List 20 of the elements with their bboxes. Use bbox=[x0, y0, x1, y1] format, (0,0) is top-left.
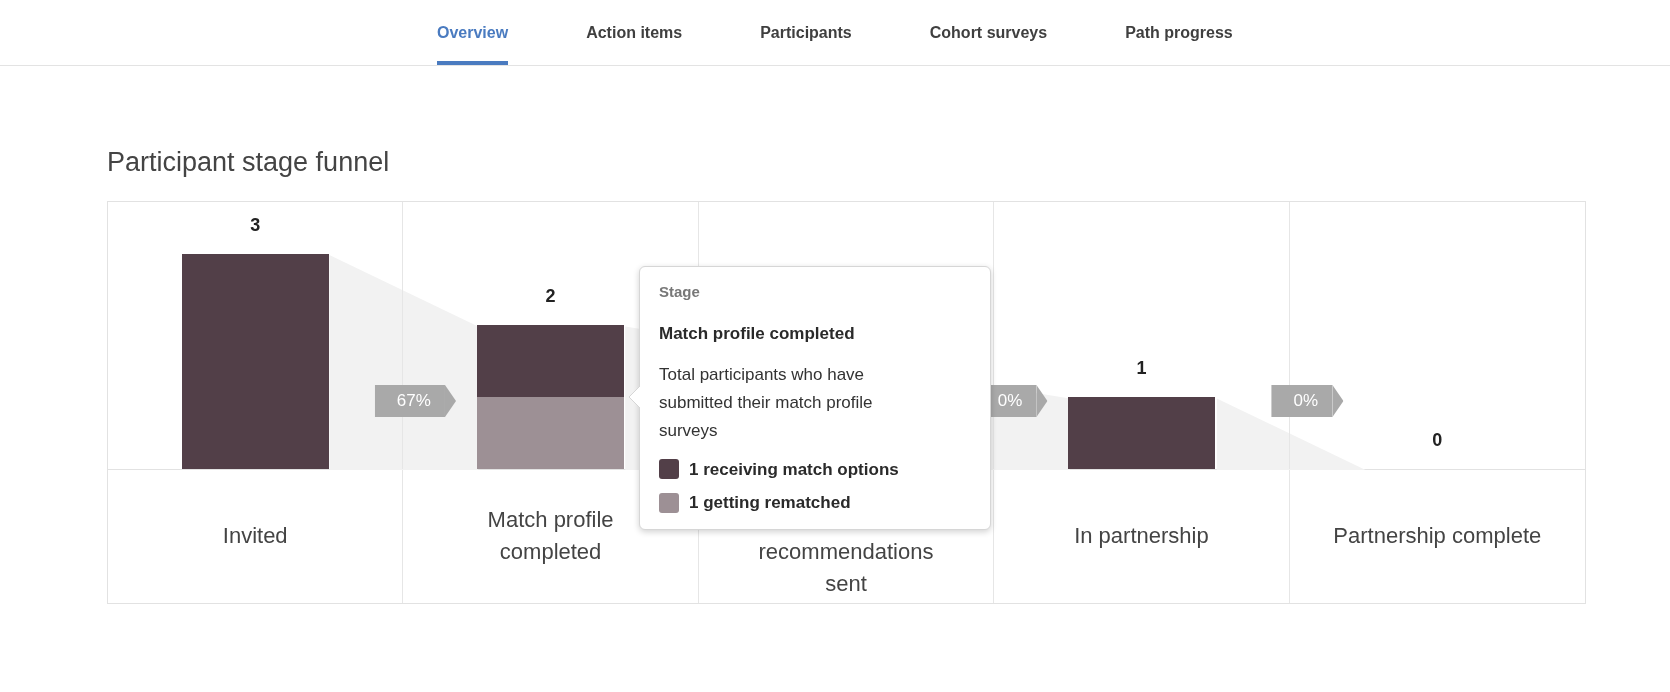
stage-label: recommendations sent bbox=[757, 538, 935, 598]
tooltip-heading: Stage bbox=[659, 281, 701, 302]
stage-label: Partnership complete bbox=[1333, 522, 1542, 550]
stage-label: Match profile completed bbox=[486, 506, 615, 566]
nav-tab[interactable]: Overview bbox=[437, 21, 509, 65]
stage-count: 3 bbox=[250, 213, 261, 236]
legend-label: 1 getting rematched bbox=[689, 492, 851, 514]
legend-label: 1 receiving match options bbox=[689, 458, 899, 481]
nav-tab[interactable]: Path progress bbox=[1125, 21, 1233, 65]
section-title: Participant stage funnel bbox=[107, 146, 391, 179]
tooltip-description: Total participants who have submitted their match profile surveys bbox=[659, 363, 874, 442]
stage-count: 0 bbox=[1432, 428, 1443, 451]
nav-tab[interactable]: Cohort surveys bbox=[929, 21, 1048, 65]
tooltip-title: Match profile completed bbox=[659, 323, 856, 345]
stage-count: 2 bbox=[545, 285, 556, 308]
nav-tab[interactable]: Participants bbox=[760, 21, 852, 65]
stage-label: In partnership bbox=[1074, 522, 1209, 550]
nav-tab[interactable]: Action items bbox=[586, 21, 683, 65]
stage-count: 1 bbox=[1136, 356, 1147, 379]
stage-label: Invited bbox=[222, 522, 288, 550]
